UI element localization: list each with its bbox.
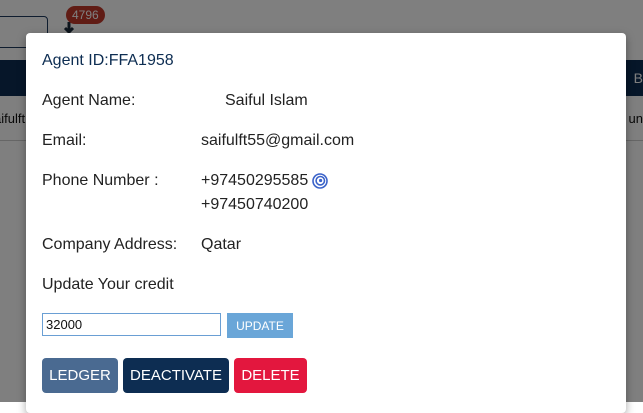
agent-name-label: Agent Name: bbox=[42, 92, 136, 109]
delete-button[interactable]: DELETE bbox=[234, 358, 307, 393]
phone-primary-value: +97450295585 bbox=[201, 172, 309, 189]
deactivate-button[interactable]: DEACTIVATE bbox=[123, 358, 229, 393]
phone-primary: +97450295585 bbox=[201, 172, 329, 190]
phone-label: Phone Number : bbox=[42, 172, 159, 189]
update-credit-label: Update Your credit bbox=[42, 276, 174, 293]
agent-details-modal: Agent ID:FFA1958 Agent Name: Saiful Isla… bbox=[26, 33, 626, 413]
company-address-value: Qatar bbox=[201, 236, 242, 253]
agent-name-value: Saiful Islam bbox=[225, 92, 308, 109]
credit-input[interactable] bbox=[42, 313, 221, 336]
phone-secondary-value: +97450740200 bbox=[201, 196, 309, 213]
ledger-button[interactable]: LEDGER bbox=[42, 358, 118, 393]
email-label: Email: bbox=[42, 132, 87, 149]
agent-id-title: Agent ID:FFA1958 bbox=[42, 52, 174, 69]
spiral-icon[interactable] bbox=[312, 173, 329, 189]
email-value: saifulft55@gmail.com bbox=[201, 132, 355, 149]
company-address-label: Company Address: bbox=[42, 236, 178, 253]
update-credit-button[interactable]: UPDATE bbox=[227, 313, 293, 338]
